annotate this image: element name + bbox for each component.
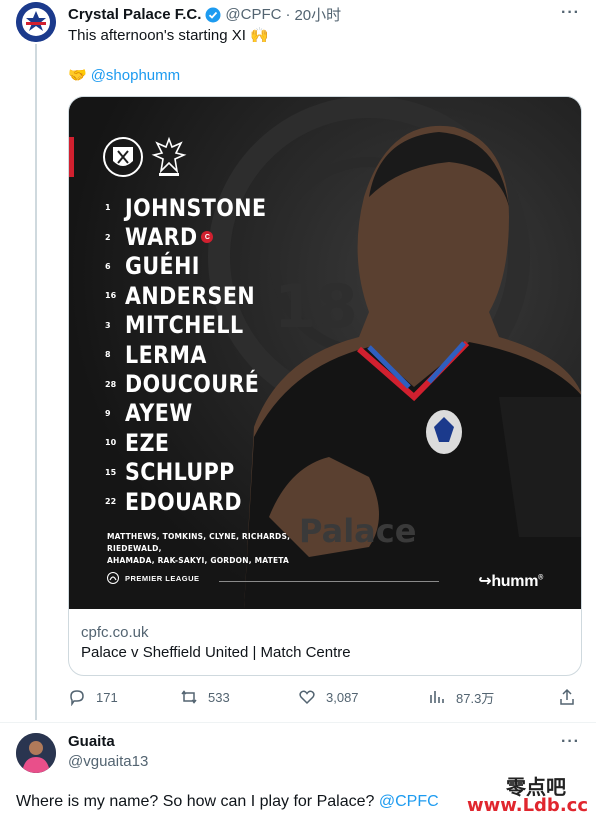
subs-line: AHAMADA, RAK-SAKYI, GORDON, MATETA	[107, 556, 290, 565]
lineup-row: 22 EDOUARD	[105, 487, 290, 516]
sponsor-mark: ®	[538, 574, 543, 582]
card-meta[interactable]: cpfc.co.uk Palace v Sheffield United | M…	[81, 623, 351, 663]
lineup-row: 15 SCHLUPP	[105, 458, 290, 487]
reply-icon	[70, 690, 84, 706]
premier-league-lion-icon	[107, 572, 119, 584]
lineup-poster[interactable]: 18 Palace 1 JOHNSTONE 2 WARD C 6 GUÉHI 1…	[69, 97, 581, 609]
reply-author-handle[interactable]: @vguaita13	[68, 753, 148, 770]
player-number: 3	[105, 320, 111, 330]
lineup-row: 3 MITCHELL	[105, 311, 290, 340]
club-crests	[103, 135, 187, 179]
player-name: EZE	[125, 428, 170, 457]
like-button[interactable]: 3,087	[298, 688, 359, 706]
player-number: 1	[105, 203, 111, 213]
watermark-url: www.Ldb.cc	[467, 795, 588, 816]
player-number: 28	[105, 379, 117, 389]
accent-bar	[69, 137, 74, 177]
sheffield-united-crest-icon	[103, 137, 143, 177]
share-button[interactable]	[558, 688, 576, 706]
share-icon	[560, 688, 574, 705]
retweet-icon	[181, 690, 197, 704]
player-number: 9	[105, 408, 111, 418]
sponsor-name: humm	[491, 573, 539, 590]
separator: ·	[285, 6, 291, 23]
avatar[interactable]	[16, 2, 56, 42]
player-name: GUÉHI	[125, 252, 200, 281]
promo-line: 🤝 @shophumm	[68, 66, 180, 86]
sponsor-logo: ↪humm®	[478, 571, 543, 591]
player-name: LERMA	[125, 340, 207, 369]
reply-tweet[interactable]: Guaita @vguaita13 ··· Where is my name? …	[0, 722, 596, 817]
player-number: 22	[105, 497, 117, 507]
author-handle[interactable]: @CPFC	[225, 6, 281, 23]
lineup-row: 8 LERMA	[105, 340, 290, 369]
player-name: ANDERSEN	[125, 281, 256, 310]
lineup-row: 1 JOHNSTONE	[105, 193, 290, 222]
reply-author-name[interactable]: Guaita	[68, 733, 115, 750]
player-name: JOHNSTONE	[125, 193, 267, 222]
crystal-palace-crest-icon	[16, 2, 56, 42]
captain-badge: C	[201, 231, 214, 244]
lineup-row: 16 ANDERSEN	[105, 281, 290, 310]
player-name: SCHLUPP	[125, 458, 235, 487]
like-count: 3,087	[326, 689, 359, 705]
lineup-row: 10 EZE	[105, 428, 290, 457]
views-chart-icon	[430, 691, 444, 703]
league-name: PREMIER LEAGUE	[125, 573, 200, 583]
player-number: 15	[105, 467, 117, 477]
reply-avatar-image	[16, 733, 56, 773]
heart-icon	[299, 690, 315, 705]
link-card[interactable]: 18 Palace 1 JOHNSTONE 2 WARD C 6 GUÉHI 1…	[68, 96, 582, 676]
view-count: 87.3万	[456, 690, 495, 706]
player-number: 16	[105, 291, 117, 301]
player-name: EDOUARD	[125, 487, 242, 516]
player-number: 8	[105, 350, 111, 360]
sponsor-arrow-icon: ↪	[478, 573, 492, 590]
card-title: Palace v Sheffield United | Match Centre	[81, 644, 351, 661]
promo-mention[interactable]: @shophumm	[91, 66, 180, 86]
player-name: AYEW	[125, 399, 193, 428]
views-button[interactable]: 87.3万	[428, 688, 494, 707]
lineup-row: 6 GUÉHI	[105, 252, 290, 281]
crystal-palace-eagle-icon	[151, 136, 187, 176]
author-name[interactable]: Crystal Palace F.C.	[68, 6, 201, 23]
subs-line: MATTHEWS, TOMKINS, CLYNE, RICHARDS, RIED…	[107, 532, 291, 553]
retweet-count: 533	[208, 689, 230, 705]
verified-badge-icon	[205, 7, 221, 23]
player-name: DOUCOURÉ	[125, 370, 260, 399]
league-badge: PREMIER LEAGUE	[107, 572, 200, 584]
reply-count: 171	[96, 689, 118, 705]
tweet-text: This afternoon's starting XI 🙌	[68, 27, 269, 44]
reply-mention[interactable]: @CPFC	[379, 793, 439, 810]
reply-text: Where is my name? So how can I play for …	[16, 793, 375, 810]
divider	[219, 581, 439, 582]
lineup-row: 9 AYEW	[105, 399, 290, 428]
reply-text-line: Where is my name? So how can I play for …	[16, 793, 439, 811]
more-options-icon[interactable]: ···	[561, 4, 580, 22]
reply-button[interactable]: 171	[68, 688, 118, 706]
player-number: 10	[105, 438, 117, 448]
lineup-row: 2 WARD C	[105, 222, 290, 251]
action-bar: 171 533 3,087 87.3万	[68, 686, 582, 708]
reply-avatar[interactable]	[16, 733, 56, 773]
retweet-button[interactable]: 533	[180, 688, 230, 706]
reply-more-options-icon[interactable]: ···	[561, 733, 580, 751]
player-number: 2	[105, 232, 111, 242]
player-name: WARD	[125, 223, 198, 252]
tweet[interactable]: Crystal Palace F.C. @CPFC · 20小时 ··· Thi…	[0, 0, 596, 720]
starting-lineup: 1 JOHNSTONE 2 WARD C 6 GUÉHI 16 ANDERSEN 3 MITCHEL…	[105, 193, 290, 516]
timestamp[interactable]: 20小时	[294, 4, 341, 25]
handshake-icon: 🤝	[68, 67, 87, 84]
lineup-row: 28 DOUCOURÉ	[105, 369, 290, 398]
substitutes: MATTHEWS, TOMKINS, CLYNE, RICHARDS, RIED…	[107, 531, 347, 567]
player-name: MITCHELL	[125, 311, 244, 340]
player-number: 6	[105, 261, 111, 271]
thread-line	[35, 44, 37, 720]
card-domain: cpfc.co.uk	[81, 624, 149, 641]
